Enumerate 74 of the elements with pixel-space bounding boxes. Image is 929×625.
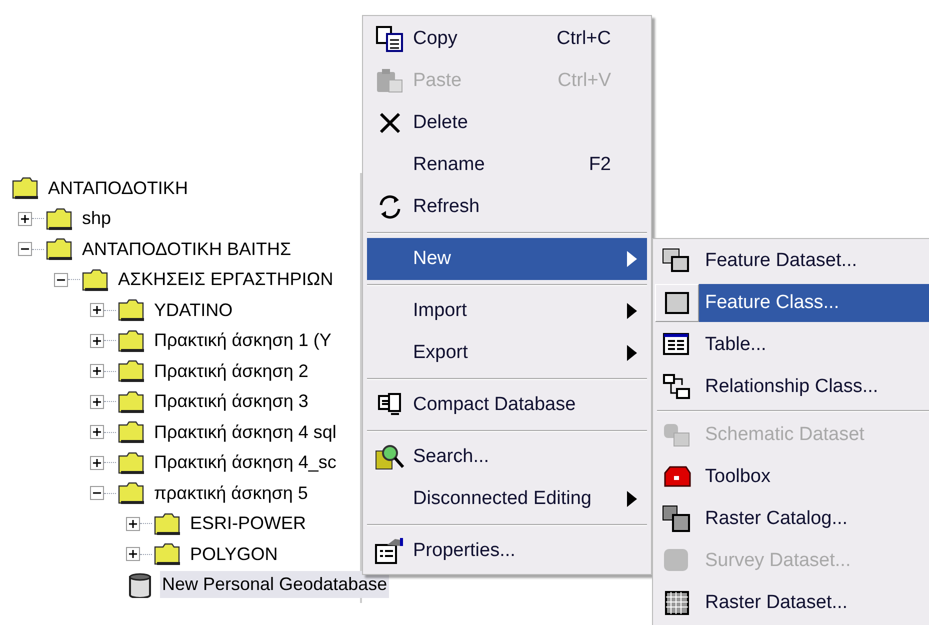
- menu-item[interactable]: Refresh: [367, 186, 647, 228]
- close-icon: [378, 111, 402, 135]
- stacked-squares-icon: [662, 247, 692, 275]
- tree-item[interactable]: Πρακτική άσκηση 4 sql: [152, 418, 338, 446]
- menu-item[interactable]: Rename F2: [367, 144, 647, 186]
- expand-icon[interactable]: [90, 364, 104, 378]
- expand-icon[interactable]: [90, 303, 104, 318]
- tree-item[interactable]: Πρακτική άσκηση 3: [152, 388, 310, 416]
- tree-item[interactable]: ΑΣΚΗΣΕΙΣ ΕΡΓΑΣΤΗΡΙΩΝ: [116, 266, 336, 294]
- expand-icon[interactable]: [126, 547, 140, 562]
- folder-icon: [154, 543, 180, 566]
- menu-item[interactable]: Disconnected Editing: [367, 478, 647, 520]
- refresh-icon: [377, 194, 403, 220]
- folder-icon: [118, 299, 144, 322]
- menu-item[interactable]: New: [367, 238, 647, 280]
- search-icon: [375, 443, 405, 471]
- survey-icon: [663, 548, 691, 574]
- folder-icon: [46, 208, 72, 230]
- tree-item[interactable]: ESRI-POWER: [188, 510, 308, 538]
- collapse-icon[interactable]: [90, 486, 104, 500]
- folder-icon: [118, 330, 144, 352]
- folder-icon: [118, 452, 144, 474]
- submenu-item[interactable]: Raster Dataset...: [699, 584, 929, 622]
- menu-item[interactable]: Properties...: [367, 530, 647, 572]
- grid-squares-icon: [662, 505, 692, 533]
- folder-icon: [46, 238, 72, 260]
- folder-icon: [12, 177, 38, 200]
- collapse-icon[interactable]: [18, 242, 32, 256]
- submenu-item[interactable]: Feature Dataset...: [699, 242, 929, 280]
- paste-icon: [376, 68, 404, 94]
- menu-item[interactable]: Delete: [367, 102, 647, 144]
- toolbox-icon: [662, 464, 692, 490]
- menu-item[interactable]: Import: [367, 290, 647, 332]
- folder-icon: [118, 390, 144, 413]
- tree-item[interactable]: Πρακτική άσκηση 4_sc: [152, 449, 338, 476]
- folder-icon: [118, 360, 144, 382]
- copy-icon: [376, 26, 404, 52]
- folder-icon: [118, 482, 144, 504]
- menu-item[interactable]: Copy Ctrl+C: [367, 18, 647, 60]
- folder-icon: [118, 421, 144, 444]
- tree-item[interactable]: ΑΝΤΑΠΟΔΟΤΙΚΗ ΒΑΙΤΗΣ: [80, 236, 294, 263]
- submenu-item[interactable]: Toolbox: [699, 458, 929, 496]
- tree-item[interactable]: shp: [80, 205, 114, 232]
- collapse-icon[interactable]: [54, 272, 68, 287]
- submenu-item[interactable]: Relationship Class...: [699, 368, 929, 406]
- menu-item[interactable]: Compact Database: [367, 384, 647, 426]
- menu-item[interactable]: Search...: [367, 436, 647, 478]
- grid-icon: [664, 590, 690, 616]
- expand-icon[interactable]: [90, 334, 104, 348]
- tree-item[interactable]: New Personal Geodatabase: [160, 571, 390, 598]
- expand-icon[interactable]: [126, 516, 140, 531]
- schematic-icon: [663, 422, 691, 448]
- database-icon: [128, 572, 152, 598]
- linked-boxes-icon: [663, 374, 691, 400]
- table-icon: [663, 333, 691, 357]
- folder-icon: [154, 512, 180, 535]
- submenu-item[interactable]: Feature Class...: [699, 284, 929, 322]
- expand-icon[interactable]: [90, 456, 104, 470]
- properties-icon: [375, 537, 405, 565]
- submenu-item[interactable]: Table...: [699, 326, 929, 364]
- tree-item[interactable]: Πρακτική άσκηση 1 (Υ: [152, 327, 334, 354]
- submenu-item[interactable]: Raster Catalog...: [699, 500, 929, 538]
- menu-item[interactable]: Export: [367, 332, 647, 374]
- tree-item[interactable]: POLYGON: [188, 540, 280, 568]
- tree-item[interactable]: ΑΝΤΑΠΟΔΟΤΙΚΗ: [46, 174, 190, 202]
- tree-item[interactable]: πρακτική άσκηση 5: [152, 480, 310, 507]
- tree-item[interactable]: YDATINO: [152, 296, 235, 324]
- expand-icon[interactable]: [18, 212, 32, 226]
- square-icon: [664, 291, 690, 315]
- expand-icon[interactable]: [90, 425, 104, 440]
- tree-item[interactable]: Πρακτική άσκηση 2: [152, 358, 310, 385]
- expand-icon[interactable]: [90, 394, 104, 409]
- computer-icon: [377, 392, 403, 418]
- folder-icon: [82, 268, 108, 291]
